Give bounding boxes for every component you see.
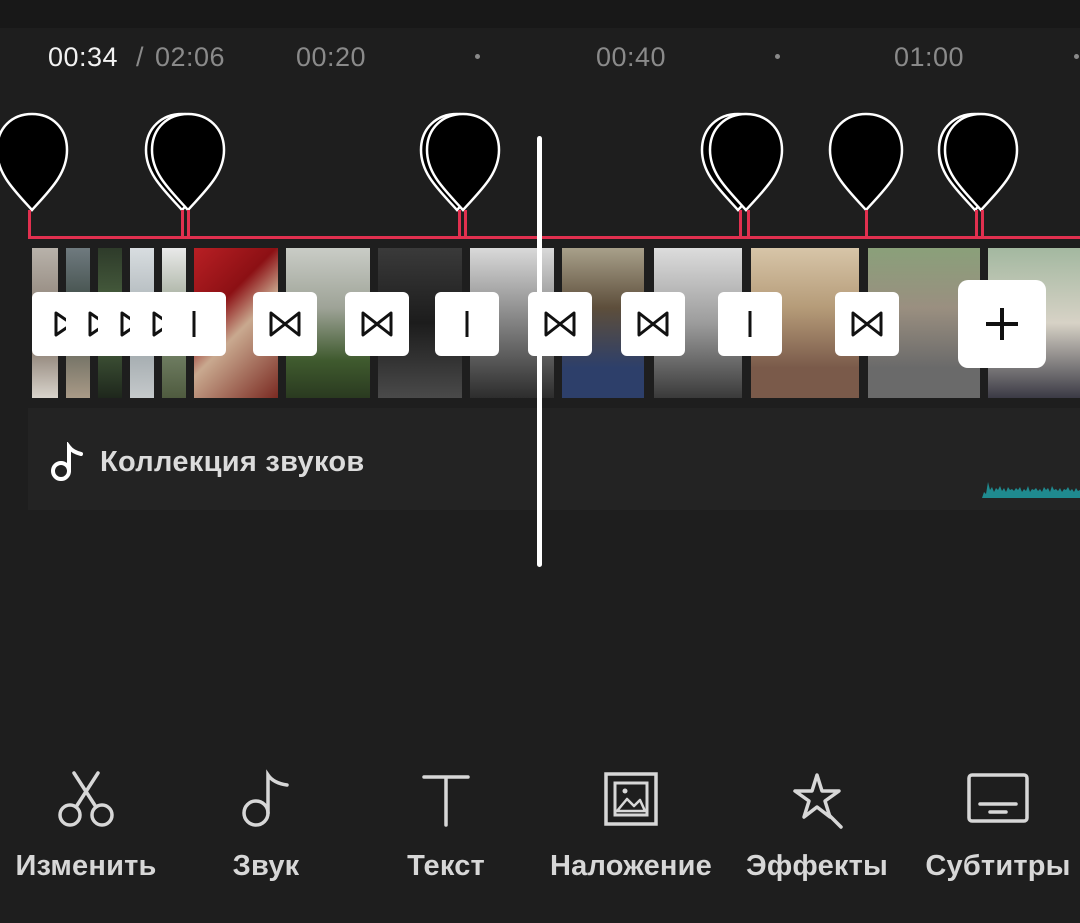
total-duration: 02:06 [155, 42, 226, 72]
beat-marker[interactable] [0, 110, 69, 240]
audio-track[interactable]: Коллекция звуков [28, 408, 1080, 510]
time-ruler[interactable]: 00:34 / 02:06 00:20 00:40 01:00 [0, 30, 1080, 90]
sound-tool-button[interactable]: Звук [216, 760, 316, 900]
scissors-icon [58, 771, 114, 827]
status-bar-area [0, 0, 1080, 28]
plus-icon [986, 308, 1018, 340]
tool-label: Изменить [15, 850, 157, 882]
ruler-tick-label: 00:20 [296, 42, 367, 72]
current-time: 00:34 [48, 42, 119, 72]
ruler-tick-dot [775, 54, 780, 59]
beat-line-start [28, 218, 31, 238]
edit-tool-button[interactable]: Изменить [12, 760, 160, 900]
transition-cut-button[interactable] [718, 292, 782, 356]
beat-marker[interactable] [935, 110, 1019, 240]
transition-bowtie-button[interactable] [253, 292, 317, 356]
subtitles-icon [967, 773, 1029, 823]
audio-track-label: Коллекция звуков [100, 446, 365, 478]
music-note-icon [51, 442, 83, 481]
ruler-tick-label: 00:40 [596, 42, 667, 72]
transition-bowtie-button[interactable] [345, 292, 409, 356]
beat-marker[interactable] [698, 110, 784, 240]
beat-marker[interactable] [417, 110, 501, 240]
transition-bowtie-button[interactable] [621, 292, 685, 356]
beat-marker[interactable] [826, 110, 904, 240]
beat-marker[interactable] [142, 110, 226, 240]
playhead[interactable] [537, 136, 542, 567]
time-separator: / [136, 42, 144, 72]
overlay-tool-button[interactable]: Наложение [546, 760, 716, 900]
effects-tool-button[interactable]: Эффекты [744, 760, 890, 900]
beat-line [28, 236, 1080, 239]
text-tool-button[interactable]: Текст [392, 760, 500, 900]
audio-waveform [982, 482, 1080, 498]
transition-cut-button[interactable] [435, 292, 499, 356]
tool-label: Звук [232, 850, 300, 882]
effects-star-icon [793, 773, 843, 829]
transition-cut-button[interactable] [162, 292, 226, 356]
text-icon [422, 775, 470, 827]
overlay-image-icon [604, 772, 658, 826]
music-note-icon [242, 769, 289, 827]
tool-label: Наложение [549, 850, 713, 882]
subtitles-tool-button[interactable]: Субтитры [922, 760, 1074, 900]
ruler-tick-dot [1074, 54, 1079, 59]
add-clip-button[interactable] [958, 280, 1046, 368]
ruler-tick-label: 01:00 [894, 42, 965, 72]
tool-label: Текст [407, 850, 485, 882]
bottom-toolbar: Изменить Звук Текст Наложение Эффекты Су… [0, 760, 1080, 900]
tool-label: Эффекты [745, 850, 888, 882]
ruler-tick-dot [475, 54, 480, 59]
video-track[interactable] [32, 248, 1080, 398]
transition-bowtie-button[interactable] [835, 292, 899, 356]
tool-label: Субтитры [925, 850, 1071, 882]
